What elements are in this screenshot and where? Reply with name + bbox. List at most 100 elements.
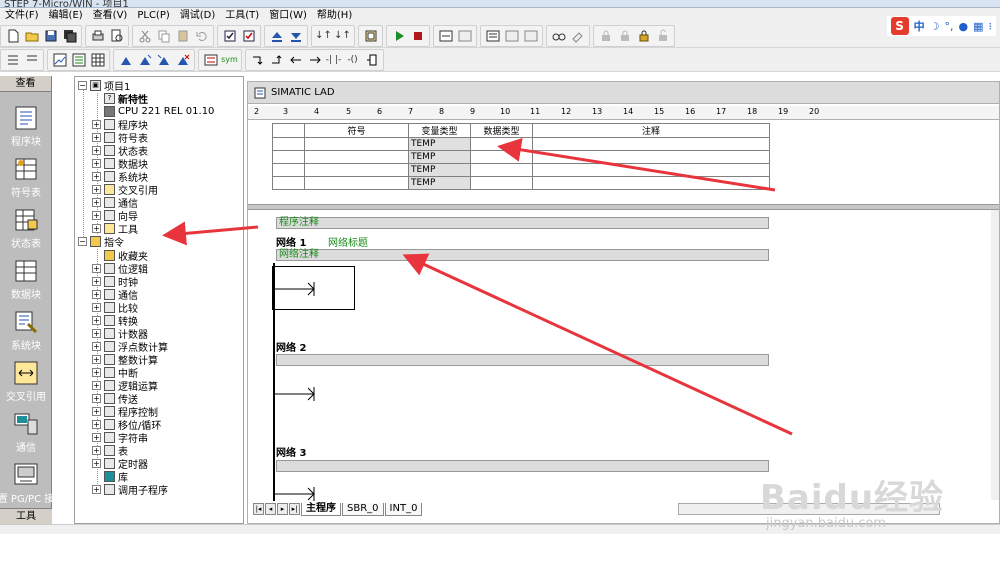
nav-item-communication[interactable]: 通信 [0, 406, 52, 454]
nav-item-program-block[interactable]: 程序块 [0, 100, 52, 148]
save-all-icon[interactable] [61, 27, 78, 44]
unlock-icon[interactable] [654, 27, 671, 44]
compile-icon[interactable] [221, 27, 238, 44]
delete-network-icon[interactable] [23, 51, 40, 68]
comment-cell[interactable] [532, 137, 770, 151]
sort-ascending-icon[interactable]: ↓↑ [315, 27, 332, 44]
menu-help[interactable]: 帮助(H) [312, 8, 357, 24]
next-bookmark-icon[interactable] [136, 51, 153, 68]
comment-cell[interactable] [532, 163, 770, 177]
download-icon[interactable] [287, 27, 304, 44]
data-type-cell[interactable] [470, 176, 533, 190]
write-all-icon[interactable] [522, 27, 539, 44]
network-2-comment[interactable] [276, 354, 769, 366]
save-icon[interactable] [42, 27, 59, 44]
col-header-comment[interactable]: 注释 [532, 123, 770, 138]
symbol-cell[interactable] [304, 176, 409, 190]
undo-icon[interactable] [193, 27, 210, 44]
remove-bookmark-icon[interactable] [174, 51, 191, 68]
prev-tab-icon[interactable]: ◂ [265, 503, 276, 515]
col-header-var-type[interactable]: 变量类型 [408, 123, 471, 138]
data-type-cell[interactable] [470, 137, 533, 151]
line-right-icon[interactable] [306, 51, 323, 68]
view-fbd-icon[interactable] [89, 51, 106, 68]
print-preview-icon[interactable] [108, 27, 125, 44]
menu-file[interactable]: 文件(F) [0, 8, 44, 24]
coil-icon[interactable]: -() [344, 51, 361, 68]
tab-sbr0[interactable]: SBR_0 [342, 502, 384, 516]
print-icon[interactable] [89, 27, 106, 44]
row-header[interactable] [272, 163, 305, 177]
contact-icon[interactable]: -| |- [325, 51, 342, 68]
upload-icon[interactable] [268, 27, 285, 44]
line-left-icon[interactable] [287, 51, 304, 68]
network-3-label[interactable]: 网络 3 [276, 444, 306, 459]
menu-debug[interactable]: 调试(D) [175, 8, 221, 24]
compile-all-icon[interactable] [240, 27, 257, 44]
network-1-label[interactable]: 网络 1 [276, 234, 306, 249]
ladder-area[interactable]: 程序注释 网络 1 网络标题 网络注释 网络 2 网络 3 [248, 211, 992, 501]
nav-item-symbol-table[interactable]: 符号表 [0, 151, 52, 199]
line-down-icon[interactable] [249, 51, 266, 68]
next-tab-icon[interactable]: ▸ [277, 503, 288, 515]
run-icon[interactable] [390, 27, 407, 44]
row-header[interactable] [272, 150, 305, 164]
row-header[interactable] [272, 176, 305, 190]
nav-footer[interactable]: 工具 [0, 508, 52, 524]
col-header-symbol[interactable]: 符号 [304, 123, 409, 138]
col-header-data-type[interactable]: 数据类型 [470, 123, 533, 138]
symbol-cell[interactable] [304, 163, 409, 177]
comment-cell[interactable] [532, 176, 770, 190]
paste-icon[interactable] [174, 27, 191, 44]
new-file-icon[interactable] [4, 27, 21, 44]
comment-cell[interactable] [532, 150, 770, 164]
tree-node-instructions[interactable]: − 指令 [78, 235, 124, 249]
options-icon[interactable] [362, 27, 379, 44]
splitter[interactable] [248, 204, 999, 210]
single-read-icon[interactable] [503, 27, 520, 44]
open-folder-icon[interactable] [23, 27, 40, 44]
menu-plc[interactable]: PLC(P) [132, 8, 174, 24]
punctuation-icon[interactable]: °, [944, 20, 953, 33]
vertical-scrollbar[interactable] [991, 210, 999, 500]
menu-view[interactable]: 查看(V) [88, 8, 133, 24]
keyboard-icon[interactable]: ▦ [973, 20, 983, 33]
tree-node-whats-new[interactable]: ? 新特性 [104, 92, 148, 106]
find-icon[interactable] [550, 27, 567, 44]
data-type-cell[interactable] [470, 163, 533, 177]
nav-item-data-block[interactable]: 数据块 [0, 253, 52, 301]
network-1-comment[interactable]: 网络注释 [276, 249, 769, 261]
view-stl-icon[interactable] [70, 51, 87, 68]
nav-header[interactable]: 查看 [0, 76, 51, 92]
ime-mode[interactable]: 中 [914, 18, 925, 34]
unforce-icon[interactable] [616, 27, 633, 44]
menu-tools[interactable]: 工具(T) [220, 8, 264, 24]
copy-icon[interactable] [155, 27, 172, 44]
prev-bookmark-icon[interactable] [155, 51, 172, 68]
nav-item-pgpc-interface[interactable]: 设置 PG/PC 接口 [0, 457, 64, 505]
tab-int0[interactable]: INT_0 [384, 502, 423, 516]
menu-edit[interactable]: 编辑(E) [44, 8, 88, 24]
replace-icon[interactable] [569, 27, 586, 44]
menu-window[interactable]: 窗口(W) [264, 8, 312, 24]
data-type-cell[interactable] [470, 150, 533, 164]
box-icon[interactable] [363, 51, 380, 68]
network-3-comment[interactable] [276, 460, 769, 472]
nav-item-status-table[interactable]: 状态表 [0, 202, 52, 250]
program-status-icon[interactable] [437, 27, 454, 44]
trend-view-icon[interactable] [456, 27, 473, 44]
stop-icon[interactable] [409, 27, 426, 44]
microphone-icon[interactable]: ● [958, 20, 968, 33]
force-icon[interactable] [597, 27, 614, 44]
row-header[interactable] [272, 137, 305, 151]
symbol-address-icon[interactable] [202, 51, 219, 68]
network-2-label[interactable]: 网络 2 [276, 339, 306, 354]
view-lad-icon[interactable] [51, 51, 68, 68]
nav-item-cross-reference[interactable]: 交叉引用 [0, 355, 52, 403]
symbol-cell[interactable] [304, 137, 409, 151]
insert-network-icon[interactable] [4, 51, 21, 68]
symbol-table-info-icon[interactable]: sym [221, 51, 238, 68]
tree-node-call-subroutine[interactable]: + 调用子程序 [92, 483, 168, 497]
network-1-title[interactable]: 网络标题 [328, 234, 368, 249]
tab-main-program[interactable]: 主程序 [301, 502, 341, 516]
